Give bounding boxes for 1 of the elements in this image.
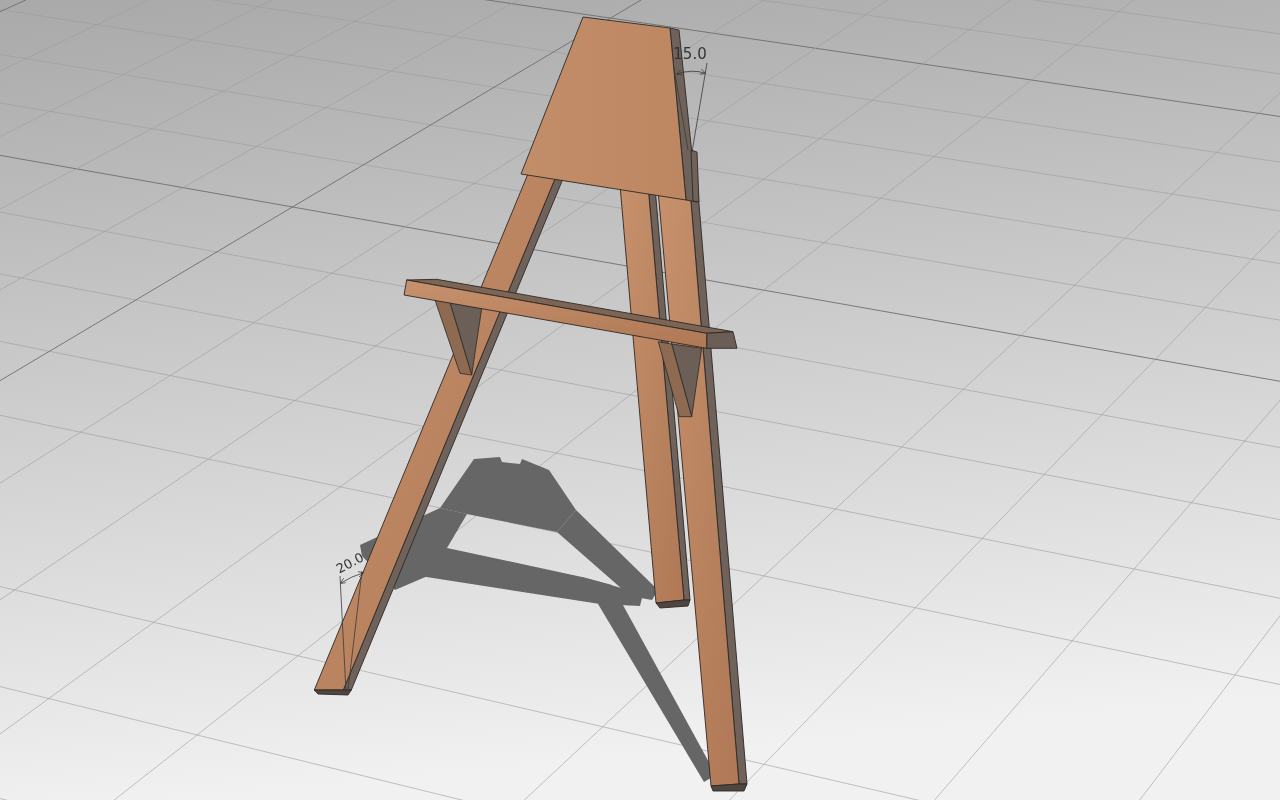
- dimension-label: 20.0: [333, 549, 367, 577]
